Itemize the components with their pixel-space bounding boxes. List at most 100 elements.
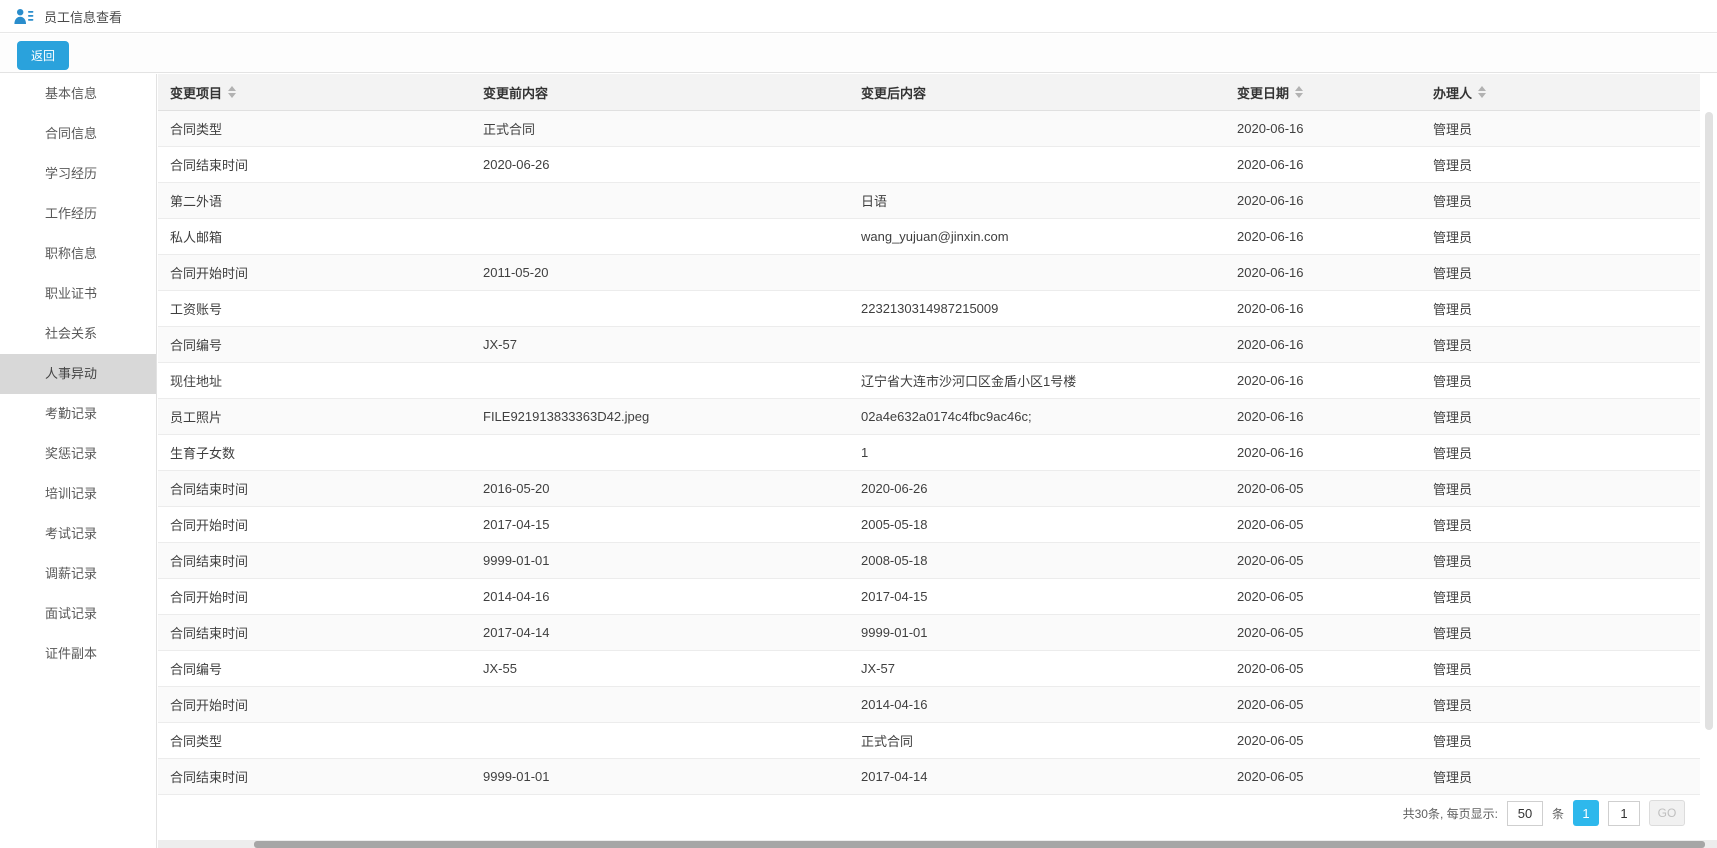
cell-change-item: 合同开始时间 [158, 587, 471, 606]
cell-change-date: 2020-06-16 [1225, 301, 1421, 316]
table-row: 合同开始时间2014-04-162020-06-05管理员 [158, 687, 1700, 723]
cell-before-content: 2017-04-15 [471, 517, 849, 532]
table-row: 工资账号22321303149872150092020-06-16管理员 [158, 291, 1700, 327]
column-header-label: 变更日期 [1237, 83, 1289, 102]
sidebar-item-13[interactable]: 调薪记录 [0, 554, 156, 594]
cell-operator: 管理员 [1421, 587, 1700, 606]
sidebar-item-3[interactable]: 学习经历 [0, 154, 156, 194]
goto-page-input[interactable] [1608, 801, 1640, 826]
table-row: 合同结束时间2020-06-262020-06-16管理员 [158, 147, 1700, 183]
cell-operator: 管理员 [1421, 767, 1700, 786]
cell-change-date: 2020-06-16 [1225, 337, 1421, 352]
cell-change-date: 2020-06-05 [1225, 553, 1421, 568]
cell-operator: 管理员 [1421, 263, 1700, 282]
cell-change-date: 2020-06-05 [1225, 769, 1421, 784]
cell-after-content: 9999-01-01 [849, 625, 1225, 640]
cell-change-item: 生育子女数 [158, 443, 471, 462]
table-row: 现住地址辽宁省大连市沙河口区金盾小区1号楼2020-06-16管理员 [158, 363, 1700, 399]
cell-change-item: 合同编号 [158, 659, 471, 678]
sidebar-item-12[interactable]: 考试记录 [0, 514, 156, 554]
table-row: 生育子女数12020-06-16管理员 [158, 435, 1700, 471]
go-button[interactable]: GO [1649, 800, 1685, 826]
back-button[interactable]: 返回 [17, 41, 69, 70]
table-row: 第二外语日语2020-06-16管理员 [158, 183, 1700, 219]
sidebar-item-2[interactable]: 合同信息 [0, 114, 156, 154]
sort-icon[interactable] [228, 86, 236, 98]
cell-change-date: 2020-06-16 [1225, 193, 1421, 208]
cell-after-content: JX-57 [849, 661, 1225, 676]
employee-info-icon [14, 8, 35, 25]
cell-after-content: 2017-04-15 [849, 589, 1225, 604]
cell-operator: 管理员 [1421, 515, 1700, 534]
column-header-label: 变更前内容 [483, 83, 548, 102]
column-header-label: 办理人 [1433, 83, 1472, 102]
title-bar: 员工信息查看 [0, 0, 1717, 33]
cell-before-content: 2014-04-16 [471, 589, 849, 604]
sort-icon[interactable] [1478, 86, 1486, 98]
sidebar-item-5[interactable]: 职称信息 [0, 234, 156, 274]
cell-change-date: 2020-06-16 [1225, 445, 1421, 460]
cell-change-item: 合同开始时间 [158, 695, 471, 714]
sidebar-item-4[interactable]: 工作经历 [0, 194, 156, 234]
page-title: 员工信息查看 [44, 7, 122, 26]
cell-before-content: 2017-04-14 [471, 625, 849, 640]
table-header-row: 变更项目变更前内容变更后内容变更日期办理人 [158, 74, 1700, 111]
cell-change-date: 2020-06-16 [1225, 373, 1421, 388]
cell-after-content: 2020-06-26 [849, 481, 1225, 496]
sidebar-item-10[interactable]: 奖惩记录 [0, 434, 156, 474]
sidebar-item-11[interactable]: 培训记录 [0, 474, 156, 514]
table-row: 合同开始时间2017-04-152005-05-182020-06-05管理员 [158, 507, 1700, 543]
cell-operator: 管理员 [1421, 479, 1700, 498]
cell-change-item: 合同结束时间 [158, 479, 471, 498]
column-header-5[interactable]: 办理人 [1421, 83, 1700, 102]
sidebar-item-6[interactable]: 职业证书 [0, 274, 156, 314]
table-row: 合同编号JX-572020-06-16管理员 [158, 327, 1700, 363]
main-content: 变更项目变更前内容变更后内容变更日期办理人 合同类型正式合同2020-06-16… [158, 74, 1717, 848]
cell-before-content: 9999-01-01 [471, 769, 849, 784]
cell-change-date: 2020-06-16 [1225, 157, 1421, 172]
cell-before-content: JX-57 [471, 337, 849, 352]
vertical-scrollbar-thumb[interactable] [1705, 112, 1713, 730]
sort-icon[interactable] [1295, 86, 1303, 98]
column-header-label: 变更项目 [170, 83, 222, 102]
cell-change-date: 2020-06-05 [1225, 481, 1421, 496]
sidebar-item-7[interactable]: 社会关系 [0, 314, 156, 354]
cell-change-date: 2020-06-16 [1225, 229, 1421, 244]
table-row: 合同结束时间2017-04-149999-01-012020-06-05管理员 [158, 615, 1700, 651]
column-header-1[interactable]: 变更项目 [158, 83, 471, 102]
cell-change-item: 合同编号 [158, 335, 471, 354]
table-row: 合同结束时间9999-01-012008-05-182020-06-05管理员 [158, 543, 1700, 579]
cell-after-content: 1 [849, 445, 1225, 460]
sidebar-item-15[interactable]: 证件副本 [0, 634, 156, 674]
sidebar-item-9[interactable]: 考勤记录 [0, 394, 156, 434]
cell-before-content: 2011-05-20 [471, 265, 849, 280]
toolbar: 返回 [0, 34, 1717, 73]
cell-before-content: 2016-05-20 [471, 481, 849, 496]
page-size-input[interactable] [1507, 801, 1543, 826]
cell-change-item: 合同开始时间 [158, 515, 471, 534]
cell-change-date: 2020-06-16 [1225, 409, 1421, 424]
sidebar-item-1[interactable]: 基本信息 [0, 74, 156, 114]
cell-operator: 管理员 [1421, 731, 1700, 750]
current-page-button[interactable]: 1 [1573, 800, 1599, 826]
cell-change-item: 合同开始时间 [158, 263, 471, 282]
cell-change-item: 合同类型 [158, 731, 471, 750]
cell-operator: 管理员 [1421, 623, 1700, 642]
cell-after-content: wang_yujuan@jinxin.com [849, 229, 1225, 244]
cell-change-item: 私人邮箱 [158, 227, 471, 246]
cell-operator: 管理员 [1421, 155, 1700, 174]
cell-change-date: 2020-06-16 [1225, 265, 1421, 280]
sidebar-item-14[interactable]: 面试记录 [0, 594, 156, 634]
table-row: 合同开始时间2014-04-162017-04-152020-06-05管理员 [158, 579, 1700, 615]
column-header-4[interactable]: 变更日期 [1225, 83, 1421, 102]
horizontal-scrollbar-thumb[interactable] [254, 841, 1705, 848]
table-row: 合同结束时间9999-01-012017-04-142020-06-05管理员 [158, 759, 1700, 795]
sidebar: 基本信息合同信息学习经历工作经历职称信息职业证书社会关系人事异动考勤记录奖惩记录… [0, 74, 157, 848]
sidebar-item-8[interactable]: 人事异动 [0, 354, 156, 394]
cell-after-content: 2017-04-14 [849, 769, 1225, 784]
cell-operator: 管理员 [1421, 119, 1700, 138]
cell-change-item: 合同结束时间 [158, 155, 471, 174]
cell-after-content: 2008-05-18 [849, 553, 1225, 568]
table-row: 合同类型正式合同2020-06-05管理员 [158, 723, 1700, 759]
column-header-2: 变更前内容 [471, 83, 849, 102]
